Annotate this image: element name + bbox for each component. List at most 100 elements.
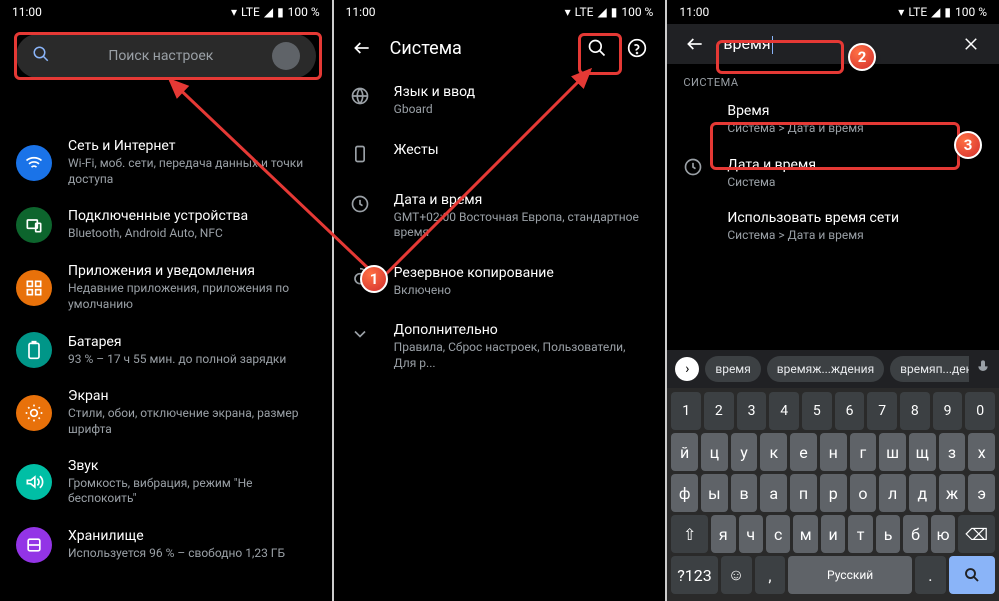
mic-icon[interactable] [975, 359, 991, 379]
key-й[interactable]: й [671, 433, 698, 471]
search-result-2[interactable]: Использовать время сети Система > Дата и… [667, 200, 999, 254]
key-в[interactable]: в [731, 474, 758, 512]
clear-button[interactable] [959, 32, 983, 56]
key-е[interactable]: е [790, 433, 817, 471]
backspace-key[interactable]: ⌫ [958, 515, 995, 553]
symbols-key[interactable]: ?123 [671, 556, 717, 594]
key-г[interactable]: г [850, 433, 877, 471]
key-ф[interactable]: ф [671, 474, 698, 512]
system-item-2[interactable]: Дата и время GMT+02:00 Восточная Европа,… [334, 180, 666, 253]
apps-icon [16, 270, 52, 306]
wifi-icon: ▾ [231, 5, 237, 19]
search-result-0[interactable]: Время Система > Дата и время [667, 93, 999, 147]
setting-title: Жесты [394, 142, 650, 158]
period-key[interactable]: . [915, 556, 946, 594]
search-icon [32, 45, 50, 67]
settings-main-pane: 11:00 ▾ LTE ◢ ▮ 100 % Поиск настроек Сет… [0, 0, 332, 601]
battery-icon [16, 332, 52, 368]
suggestion-1[interactable]: времяж...ждения [767, 356, 884, 382]
setting-sub: Bluetooth, Android Auto, NFC [68, 226, 316, 242]
key-д[interactable]: д [909, 474, 936, 512]
key-ш[interactable]: ш [879, 433, 906, 471]
key-0[interactable]: 0 [965, 392, 995, 430]
key-н[interactable]: н [820, 433, 847, 471]
setting-item-3[interactable]: Батарея 93 % – 17 ч 55 мин. до полной за… [0, 322, 332, 378]
key-т[interactable]: т [848, 515, 872, 553]
key-8[interactable]: 8 [900, 392, 930, 430]
setting-item-4[interactable]: Экран Стили, обои, отключение экрана, ра… [0, 378, 332, 447]
system-item-0[interactable]: Язык и ввод Gboard [334, 72, 666, 130]
key-3[interactable]: 3 [737, 392, 767, 430]
suggestion-2[interactable]: времяп...дения [890, 356, 969, 382]
setting-sub: Используется 96 % – свободно 1,23 ГБ [68, 546, 316, 562]
search-settings-bar[interactable]: Поиск настроек [16, 34, 316, 78]
avatar[interactable] [272, 42, 300, 70]
setting-sub: Стили, обои, отключение экрана, размер ш… [68, 406, 316, 437]
system-item-4[interactable]: Дополнительно Правила, Сброс настроек, П… [334, 310, 666, 383]
key-з[interactable]: з [939, 433, 966, 471]
emoji-key[interactable]: ☺ [721, 556, 752, 594]
signal-icon: ◢ [264, 5, 273, 19]
key-ь[interactable]: ь [876, 515, 900, 553]
search-input[interactable]: время [723, 34, 943, 54]
key-х[interactable]: х [968, 433, 995, 471]
key-4[interactable]: 4 [769, 392, 799, 430]
key-а[interactable]: а [760, 474, 787, 512]
search-key[interactable] [949, 556, 995, 594]
sound-icon [16, 464, 52, 500]
back-button[interactable] [683, 32, 707, 56]
system-settings-pane: 11:00 ▾ LTE ◢ ▮ 100 % Система Язык и вво… [334, 0, 666, 601]
setting-sub: Громкость, вибрация, режим "Не беспокоит… [68, 476, 316, 507]
shift-key[interactable]: ⇧ [671, 515, 708, 553]
key-ы[interactable]: ы [701, 474, 728, 512]
key-п[interactable]: п [790, 474, 817, 512]
search-result-1[interactable]: Дата и время Система [667, 147, 999, 201]
comma-key[interactable]: , [755, 556, 786, 594]
setting-item-1[interactable]: Подключенные устройства Bluetooth, Andro… [0, 197, 332, 253]
key-5[interactable]: 5 [802, 392, 832, 430]
suggestion-0[interactable]: время [705, 356, 760, 382]
key-6[interactable]: 6 [835, 392, 865, 430]
result-sub: Система [727, 175, 816, 191]
key-9[interactable]: 9 [933, 392, 963, 430]
key-7[interactable]: 7 [867, 392, 897, 430]
key-р[interactable]: р [820, 474, 847, 512]
search-button[interactable] [585, 36, 609, 60]
setting-sub: Wi-Fi, моб. сети, передача данных и точк… [68, 156, 316, 187]
key-ц[interactable]: ц [701, 433, 728, 471]
key-2[interactable]: 2 [704, 392, 734, 430]
battery-pct: 100 % [288, 5, 320, 19]
result-title: Время [727, 103, 983, 119]
setting-item-0[interactable]: Сеть и Интернет Wi-Fi, моб. сети, переда… [0, 128, 332, 197]
setting-title: Звук [68, 458, 316, 474]
back-button[interactable] [350, 36, 374, 60]
key-ю[interactable]: ю [931, 515, 955, 553]
key-б[interactable]: б [903, 515, 927, 553]
key-1[interactable]: 1 [671, 392, 701, 430]
key-щ[interactable]: щ [909, 433, 936, 471]
setting-item-2[interactable]: Приложения и уведомления Недавние прилож… [0, 253, 332, 322]
key-к[interactable]: к [760, 433, 787, 471]
key-и[interactable]: и [821, 515, 845, 553]
header: Система [334, 24, 666, 72]
setting-item-6[interactable]: Хранилище Используется 96 % – свободно 1… [0, 517, 332, 573]
key-л[interactable]: л [879, 474, 906, 512]
lte-label: LTE [241, 5, 260, 19]
setting-title: Хранилище [68, 528, 316, 544]
storage-icon [16, 527, 52, 563]
space-key[interactable]: Русский [788, 556, 911, 594]
key-у[interactable]: у [731, 433, 758, 471]
setting-title: Подключенные устройства [68, 208, 316, 224]
setting-sub: Включено [394, 283, 650, 299]
key-м[interactable]: м [793, 515, 817, 553]
expand-suggestions-button[interactable]: › [675, 357, 699, 381]
key-ж[interactable]: ж [939, 474, 966, 512]
setting-item-5[interactable]: Звук Громкость, вибрация, режим "Не бесп… [0, 448, 332, 517]
key-я[interactable]: я [711, 515, 735, 553]
key-с[interactable]: с [766, 515, 790, 553]
key-о[interactable]: о [850, 474, 877, 512]
key-ч[interactable]: ч [739, 515, 763, 553]
key-э[interactable]: э [968, 474, 995, 512]
help-button[interactable] [625, 36, 649, 60]
system-item-1[interactable]: Жесты [334, 130, 666, 180]
